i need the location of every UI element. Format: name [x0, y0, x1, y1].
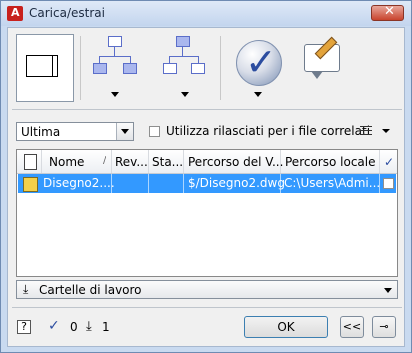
list-options-icon[interactable] — [360, 126, 372, 136]
file-icon — [24, 154, 37, 170]
hierarchy-button-2[interactable] — [162, 36, 208, 100]
help-button[interactable]: ? — [17, 320, 31, 334]
download-count-icon: ⤓ — [86, 319, 92, 334]
sort-icon: / — [103, 155, 107, 166]
column-icon — [17, 150, 42, 173]
check-in-button[interactable]: ✓ — [232, 36, 284, 100]
work-folders-bar[interactable]: ⤓ Cartelle di lavoro — [16, 280, 398, 299]
toolbar-separator — [12, 109, 402, 110]
dialog-body: ✓ Ultima Utilizza rilasciati per i file … — [7, 27, 405, 347]
table-header: Nome / Rev... Sta... Percorso del V... P… — [17, 150, 397, 174]
hierarchy-icon — [162, 36, 206, 80]
checkmark-glyph: ✓ — [245, 40, 277, 84]
chevron-down-icon — [384, 288, 392, 293]
row-checkbox[interactable] — [383, 178, 394, 189]
column-local-path[interactable]: Percorso locale — [281, 150, 380, 173]
related-files-label: Utilizza rilasciati per i file correlati — [166, 124, 371, 138]
dwg-file-icon — [23, 177, 38, 192]
autocad-app-icon: A — [7, 6, 23, 21]
sheet-icon — [26, 55, 58, 77]
chevron-down-icon — [254, 92, 262, 97]
column-revision[interactable]: Rev... — [112, 150, 149, 173]
cell-vault-path: $/Disegno2.dwg — [188, 176, 285, 190]
footer-separator — [12, 307, 402, 308]
check-header-icon: ✓ — [384, 155, 395, 169]
chevron-down-icon[interactable] — [116, 123, 133, 140]
comment-button[interactable] — [298, 36, 346, 86]
pin-button[interactable]: ⊸ — [372, 316, 396, 338]
chevron-down-icon — [111, 92, 119, 97]
collapse-button[interactable]: << — [340, 316, 364, 338]
ok-button[interactable]: OK — [244, 316, 328, 338]
check-count-icon: ✓ — [48, 318, 60, 334]
window-title: Carica/estrai — [29, 6, 105, 20]
column-check[interactable]: ✓ — [380, 150, 397, 173]
work-folders-label: Cartelle di lavoro — [39, 283, 142, 297]
file-table: Nome / Rev... Sta... Percorso del V... P… — [16, 149, 398, 277]
cell-name: Disegno2.... — [43, 176, 115, 190]
checked-count-value: 0 — [70, 320, 78, 334]
hierarchy-icon — [92, 36, 137, 80]
version-select-value: Ultima — [21, 125, 61, 139]
column-vault-path[interactable]: Percorso del V... — [184, 150, 283, 173]
hierarchy-button-1[interactable] — [92, 36, 138, 100]
close-icon: ✕ — [384, 4, 395, 19]
table-row[interactable]: Disegno2.... $/Disegno2.dwg C:\Users\Adm… — [18, 174, 396, 193]
download-count-value: 1 — [102, 320, 110, 334]
toolbar-divider — [80, 36, 81, 100]
dialog-window: A Carica/estrai ✕ ✓ Ultima Utilizza rila… — [0, 0, 412, 353]
column-name[interactable]: Nome / — [42, 150, 112, 173]
load-sheet-button[interactable] — [16, 34, 74, 102]
cell-local-path: C:\Users\Admi... — [284, 176, 381, 190]
version-select[interactable]: Ultima — [16, 122, 134, 141]
toolbar-divider — [220, 36, 221, 100]
chevron-down-icon — [181, 92, 189, 97]
close-button[interactable]: ✕ — [371, 4, 404, 21]
download-arrow-icon: ⤓ — [23, 282, 29, 296]
column-state[interactable]: Sta... — [149, 150, 184, 173]
related-files-checkbox[interactable] — [149, 126, 160, 137]
chevron-down-icon[interactable] — [382, 129, 390, 133]
title-bar: A Carica/estrai ✕ — [1, 1, 411, 26]
